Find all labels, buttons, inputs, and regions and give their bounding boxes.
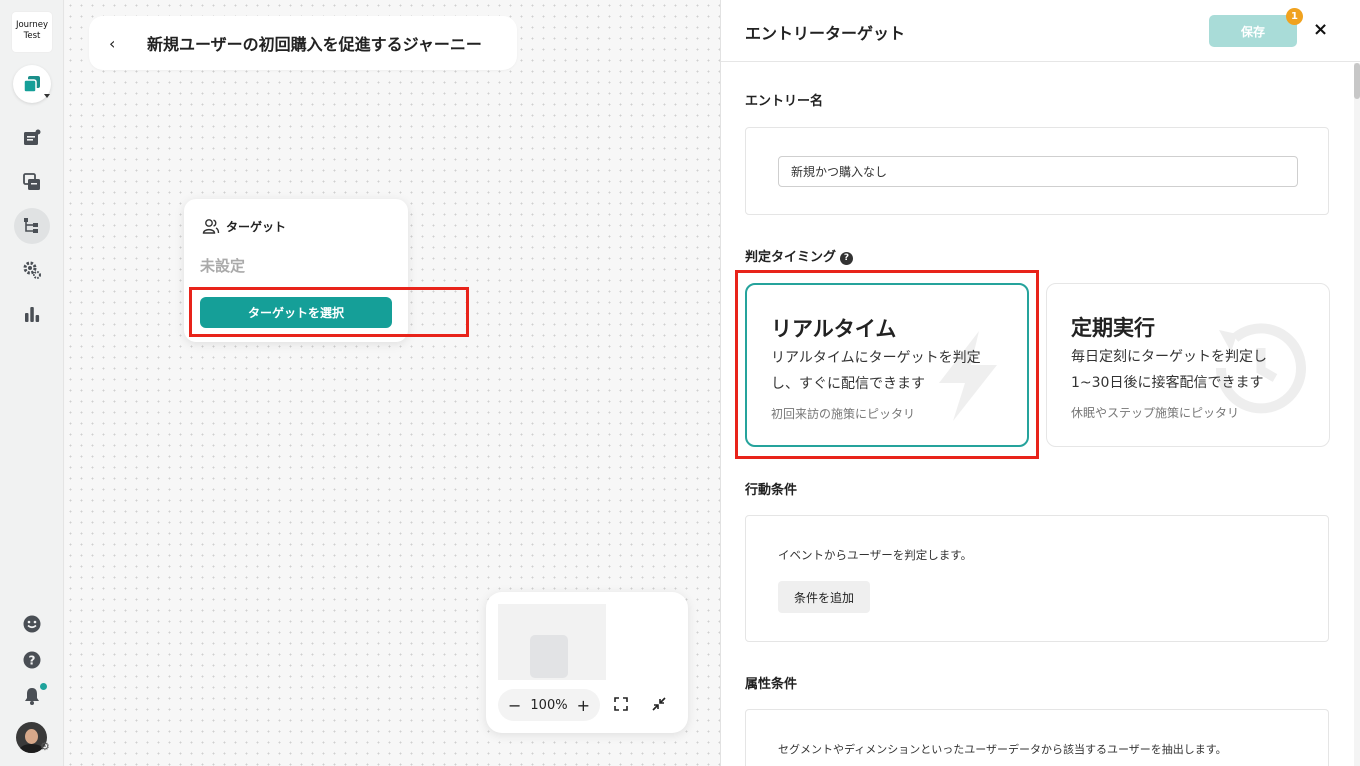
notification-dot	[40, 683, 47, 690]
help-icon[interactable]: ?	[840, 251, 854, 265]
timing-option-title: 定期実行	[1071, 316, 1155, 340]
behavior-description: イベントからユーザーを判定します。	[778, 548, 973, 562]
add-condition-button[interactable]: 条件を追加	[778, 581, 870, 613]
app-logo[interactable]: Journey Test	[12, 12, 52, 52]
description-line-2: 1~30日後に接客配信できます	[1071, 375, 1264, 391]
save-button[interactable]: 保存	[1209, 15, 1297, 47]
feedback-button[interactable]	[14, 606, 50, 642]
entry-name-label: エントリー名	[745, 94, 824, 109]
help-button[interactable]: ?	[14, 642, 50, 678]
help-icon: ?	[23, 651, 41, 669]
timing-option-note: 休眠やステップ施策にピッタリ	[1071, 406, 1240, 420]
panel-title: エントリーターゲット	[745, 24, 906, 43]
minimap-viewport[interactable]	[498, 604, 606, 680]
timing-option-scheduled[interactable]: 定期実行 毎日定刻にターゲットを判定し 1~30日後に接客配信できます 休眠やス…	[1046, 283, 1330, 447]
sidebar-item-templates[interactable]	[14, 164, 50, 200]
timing-option-realtime[interactable]: リアルタイム リアルタイムにターゲットを判定 し、すぐに配信できます 初回来訪の…	[745, 283, 1029, 447]
logo-text-line2: Test	[23, 31, 41, 41]
sidebar-item-campaign[interactable]	[14, 120, 50, 156]
fit-screen-icon[interactable]	[614, 697, 628, 711]
save-badge: 1	[1286, 8, 1303, 25]
zoom-level: 100%	[530, 697, 568, 713]
description-line-2: し、すぐに配信できます	[771, 376, 925, 392]
zoom-out-button[interactable]: −	[508, 696, 521, 715]
attribute-label: 属性条件	[745, 677, 798, 692]
card-icon	[24, 129, 41, 145]
timing-label: 判定タイミング?	[745, 246, 854, 265]
close-button[interactable]: ×	[1313, 19, 1328, 40]
attribute-description: セグメントやディメンションといったユーザーデータから該当するユーザーを抽出します…	[778, 743, 1227, 756]
account-settings-icon[interactable]: ⚙	[40, 740, 50, 753]
back-icon[interactable]: ‹	[109, 34, 129, 53]
entry-name-box: 新規かつ購入なし	[745, 127, 1329, 215]
zoom-controls: − 100% +	[498, 689, 600, 721]
target-status: 未設定	[200, 257, 246, 275]
description-line-1: リアルタイムにターゲットを判定	[771, 350, 981, 366]
description-line-1: 毎日定刻にターゲットを判定し	[1071, 349, 1267, 365]
smile-icon	[23, 615, 41, 633]
users-icon	[202, 219, 220, 234]
project-icon	[23, 76, 40, 93]
timing-option-note: 初回来訪の施策にピッタリ	[771, 407, 916, 421]
minimap: − 100% +	[486, 592, 688, 733]
bar-chart-icon	[25, 307, 40, 322]
gear-icon	[23, 261, 41, 279]
entry-target-panel: エントリーターゲット 保存 1 × エントリー名 新規かつ購入なし 判定タイミン…	[720, 0, 1360, 766]
sidebar: Journey Test ? ⚙	[0, 0, 64, 766]
panel-header: エントリーターゲット 保存 1 ×	[721, 0, 1360, 62]
timing-option-title: リアルタイム	[771, 317, 897, 341]
minimap-node	[530, 635, 568, 678]
timing-label-text: 判定タイミング	[745, 250, 837, 265]
timing-option-description: 毎日定刻にターゲットを判定し 1~30日後に接客配信できます	[1071, 344, 1311, 396]
target-node-label: ターゲット	[226, 219, 287, 234]
logo-text-line1: Journey	[15, 20, 49, 30]
zoom-in-button[interactable]: +	[577, 696, 590, 715]
attribute-box: セグメントやディメンションといったユーザーデータから該当するユーザーを抽出します…	[745, 709, 1329, 766]
journey-title: 新規ユーザーの初回購入を促進するジャーニー	[147, 35, 482, 54]
chevron-down-icon	[44, 94, 50, 98]
sidebar-item-settings[interactable]	[14, 252, 50, 288]
journey-header: ‹ 新規ユーザーの初回購入を促進するジャーニー	[89, 16, 517, 70]
svg-text:?: ?	[29, 654, 36, 668]
timing-option-description: リアルタイムにターゲットを判定 し、すぐに配信できます	[771, 345, 1011, 397]
sidebar-item-journey[interactable]	[14, 208, 50, 244]
bell-icon	[25, 688, 39, 705]
flow-icon	[24, 218, 38, 233]
scrollbar-thumb[interactable]	[1354, 63, 1360, 99]
layers-icon	[23, 173, 40, 190]
journey-canvas[interactable]: ‹ 新規ユーザーの初回購入を促進するジャーニー ターゲット 未設定 ターゲットを…	[65, 0, 720, 766]
behavior-box: イベントからユーザーを判定します。 条件を追加	[745, 515, 1329, 642]
avatar-face	[25, 729, 38, 744]
entry-name-input[interactable]: 新規かつ購入なし	[778, 156, 1298, 187]
collapse-icon[interactable]	[652, 697, 666, 711]
sidebar-item-analytics[interactable]	[14, 296, 50, 332]
select-target-button[interactable]: ターゲットを選択	[200, 297, 392, 328]
panel-scrollbar[interactable]	[1354, 63, 1360, 766]
target-node-header: ターゲット	[202, 217, 286, 235]
behavior-label: 行動条件	[745, 483, 798, 498]
